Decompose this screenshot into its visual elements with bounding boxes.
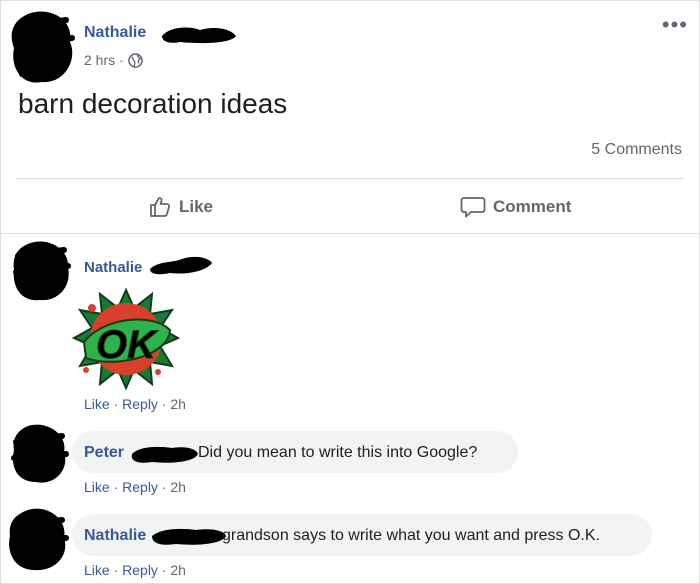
post-timestamp[interactable]: 2 hrs · <box>84 52 143 68</box>
comment-text: Did you mean to write this into Google? <box>198 444 478 461</box>
redacted-avatar <box>13 241 71 301</box>
redacted-surname <box>131 446 198 463</box>
redacted-surname <box>152 528 226 545</box>
redacted-avatar <box>11 424 69 483</box>
comment-actions: Like · Reply · 2h <box>84 396 186 412</box>
comment-actions: Like · Reply · 2h <box>84 479 186 495</box>
comment-button-label: Comment <box>493 197 572 216</box>
comment-like-link[interactable]: Like <box>84 396 110 412</box>
post-divider-bottom <box>0 233 700 234</box>
comment-button[interactable]: Comment <box>460 194 571 220</box>
meta-separator: · <box>119 52 124 68</box>
comment-time[interactable]: 2h <box>170 396 186 412</box>
comment-author-name[interactable]: Nathalie <box>84 527 146 545</box>
redacted-avatar <box>9 508 69 571</box>
like-button-label: Like <box>179 197 214 216</box>
post-time: 2 hrs <box>84 52 116 68</box>
comment-reply-link[interactable]: Reply <box>122 479 158 495</box>
post-text: barn decoration ideas <box>18 88 288 119</box>
globe-icon <box>127 52 143 68</box>
post-divider-top <box>16 178 684 179</box>
meta-separator: · <box>113 479 123 495</box>
meta-separator: · <box>113 396 123 412</box>
redacted-surname <box>162 27 236 44</box>
comment-time[interactable]: 2h <box>170 562 186 578</box>
comment-text: grandson says to write what you want and… <box>222 527 600 544</box>
comments-count-link[interactable]: 5 Comments <box>591 141 682 159</box>
comment-like-link[interactable]: Like <box>84 562 110 578</box>
thumbs-up-icon <box>150 197 171 217</box>
ok-sticker-text: OK <box>96 323 159 367</box>
post-author-name[interactable]: Nathalie <box>84 24 146 42</box>
comment-actions: Like · Reply · 2h <box>84 562 186 578</box>
comment-reply-link[interactable]: Reply <box>122 396 158 412</box>
redacted-avatar <box>11 11 75 83</box>
comment-time[interactable]: 2h <box>170 479 186 495</box>
ok-sticker: OK <box>72 287 180 391</box>
comment-author-name[interactable]: Nathalie <box>84 259 142 276</box>
comment-author-name[interactable]: Peter <box>84 444 124 462</box>
meta-separator: · <box>113 562 123 578</box>
comment-reply-link[interactable]: Reply <box>122 562 158 578</box>
comment-like-link[interactable]: Like <box>84 479 110 495</box>
more-options-icon[interactable]: ••• <box>662 14 688 36</box>
speech-bubble-icon <box>460 197 486 218</box>
redacted-surname <box>150 256 212 275</box>
like-button[interactable]: Like <box>148 194 213 220</box>
